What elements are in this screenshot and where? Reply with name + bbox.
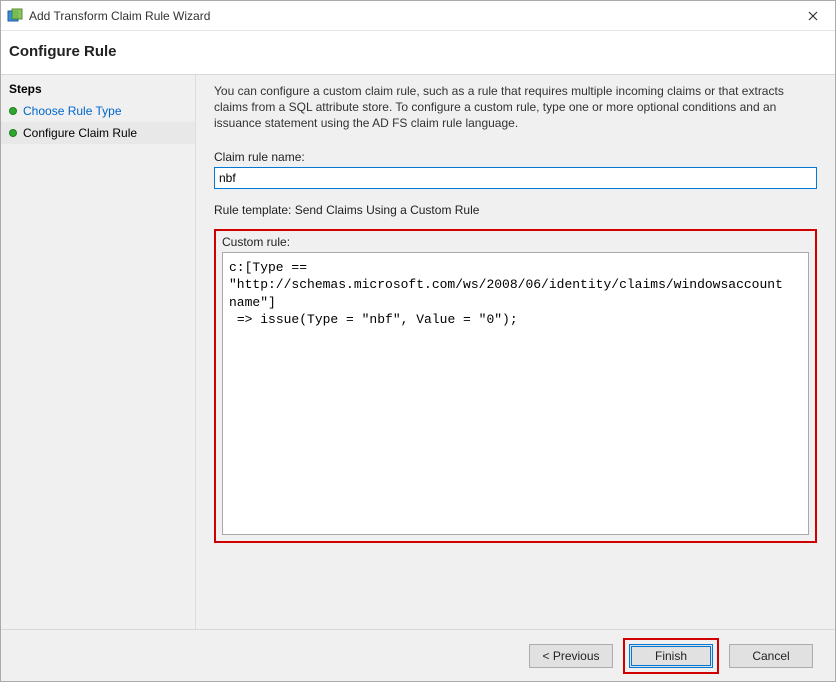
close-button[interactable]: [790, 1, 835, 31]
step-configure-claim-rule[interactable]: Configure Claim Rule: [1, 122, 195, 144]
steps-heading: Steps: [1, 75, 195, 100]
description-text: You can configure a custom claim rule, s…: [214, 83, 817, 132]
rule-name-input[interactable]: [214, 167, 817, 189]
previous-button[interactable]: < Previous: [529, 644, 613, 668]
titlebar: Add Transform Claim Rule Wizard: [1, 1, 835, 31]
main-panel: You can configure a custom claim rule, s…: [196, 75, 835, 629]
header-section: Configure Rule: [1, 31, 835, 75]
step-choose-rule-type[interactable]: Choose Rule Type: [1, 100, 195, 122]
cancel-button[interactable]: Cancel: [729, 644, 813, 668]
custom-rule-highlight: Custom rule:: [214, 229, 817, 543]
custom-rule-label: Custom rule:: [222, 235, 809, 249]
finish-button[interactable]: Finish: [629, 644, 713, 668]
custom-rule-textarea[interactable]: [223, 253, 808, 534]
custom-rule-field-wrap: [222, 252, 809, 535]
steps-sidebar: Steps Choose Rule Type Configure Claim R…: [1, 75, 196, 629]
button-bar: < Previous Finish Cancel: [1, 629, 835, 681]
page-title: Configure Rule: [9, 43, 827, 60]
step-label: Configure Claim Rule: [23, 126, 137, 140]
window-title: Add Transform Claim Rule Wizard: [29, 9, 790, 23]
rule-template-text: Rule template: Send Claims Using a Custo…: [214, 203, 817, 217]
finish-highlight: Finish: [623, 638, 719, 674]
wizard-body: Steps Choose Rule Type Configure Claim R…: [1, 75, 835, 629]
step-current-icon: [9, 129, 17, 137]
step-complete-icon: [9, 107, 17, 115]
wizard-window: Add Transform Claim Rule Wizard Configur…: [0, 0, 836, 682]
step-link[interactable]: Choose Rule Type: [23, 104, 122, 118]
rule-name-label: Claim rule name:: [214, 150, 817, 164]
app-icon: [7, 8, 23, 24]
